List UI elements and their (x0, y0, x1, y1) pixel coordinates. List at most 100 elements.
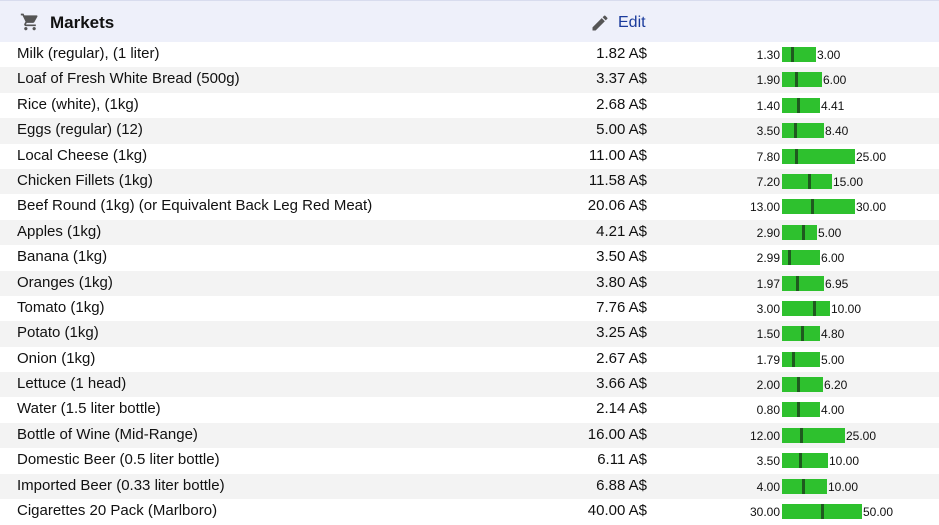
table-row: Rice (white), (1kg) 2.68 A$ 1.40 4.41 (0, 93, 939, 118)
price-range-bar (782, 250, 820, 266)
item-price: 11.58 A$ (588, 171, 647, 189)
range-max: 10.00 (831, 301, 862, 316)
edit-button[interactable]: Edit (590, 12, 646, 34)
table-row: Loaf of Fresh White Bread (500g) 3.37 A$ 1… (0, 67, 939, 93)
item-name: Loaf of Fresh White Bread (500g) (17, 70, 240, 88)
price-range-bar (782, 300, 830, 316)
price-range-bar (782, 199, 855, 215)
item-price: 5.00 A$ (596, 121, 647, 139)
price-range-bar (782, 402, 820, 418)
current-price-marker (802, 478, 805, 494)
range-max: 4.00 (821, 403, 845, 418)
table-row: Potato (1kg) 3.25 A$ 1.50 4.80 (0, 321, 939, 347)
shopping-cart-icon (20, 13, 38, 31)
price-range-bar (782, 351, 820, 367)
current-price-marker (799, 453, 802, 469)
current-price-marker (801, 326, 804, 342)
item-price: 1.82 A$ (596, 45, 647, 62)
current-price-marker (792, 351, 795, 367)
range-min: 1.90 (756, 73, 780, 88)
current-price-marker (791, 47, 794, 62)
table-row: Chicken Fillets (1kg) 11.58 A$ 7.20 15.00 (0, 168, 939, 195)
item-name: Bottle of Wine (Mid-Range) (17, 425, 198, 443)
range-min: 3.50 (756, 454, 780, 469)
table-row: Local Cheese (1kg) 11.00 A$ 7.80 25.00 (0, 144, 939, 169)
item-name: Eggs (regular) (12) (17, 121, 143, 139)
item-name: Domestic Beer (0.5 liter bottle) (17, 451, 220, 469)
price-range-bar (782, 504, 862, 520)
table-row: Eggs (regular) (12) 5.00 A$ 3.50 8.40 (0, 118, 939, 144)
range-max: 25.00 (846, 428, 877, 443)
current-price-marker (795, 148, 798, 164)
item-price: 3.80 A$ (596, 273, 647, 291)
item-price: 3.37 A$ (596, 70, 647, 88)
range-max: 25.00 (856, 149, 887, 164)
price-range-bar (782, 275, 824, 291)
markets-panel: Markets Edit Milk (regular), (1 liter) 1.… (0, 0, 939, 525)
item-name: Apples (1kg) (17, 222, 102, 240)
range-max: 30.00 (856, 200, 887, 215)
section-title: Markets (50, 13, 115, 32)
range-max: 50.00 (863, 505, 894, 520)
current-price-marker (813, 300, 816, 316)
range-min: 1.79 (756, 352, 780, 367)
table-row: Onion (1kg) 2.67 A$ 1.79 5.00 (0, 347, 939, 372)
price-range-bar (782, 453, 828, 469)
range-min: 3.50 (756, 124, 780, 139)
item-price: 3.25 A$ (596, 324, 647, 342)
item-price: 6.88 A$ (596, 476, 647, 494)
item-name: Chicken Fillets (1kg) (17, 171, 153, 189)
price-range-bar (782, 97, 820, 113)
item-name: Local Cheese (1kg) (17, 146, 148, 164)
range-min: 1.30 (756, 48, 780, 62)
range-min: 12.00 (749, 428, 780, 443)
edit-label: Edit (618, 14, 646, 31)
range-max: 5.00 (821, 352, 845, 367)
item-price: 3.66 A$ (596, 375, 647, 393)
price-range-bar (782, 47, 816, 62)
range-min: 7.80 (756, 149, 780, 164)
range-min: 2.90 (756, 225, 780, 240)
table-row: Apples (1kg) 4.21 A$ 2.90 5.00 (0, 219, 939, 246)
table-row: Bottle of Wine (Mid-Range) 16.00 A$ 12.00 2… (0, 422, 939, 449)
item-name: Potato (1kg) (17, 324, 99, 342)
table-row: Tomato (1kg) 7.76 A$ 3.00 10.00 (0, 296, 939, 321)
item-price: 2.68 A$ (596, 95, 647, 113)
price-range-bar (782, 72, 822, 88)
range-max: 3.00 (817, 48, 841, 62)
table-row: Water (1.5 liter bottle) 2.14 A$ 0.80 4.00 (0, 397, 939, 422)
item-price: 7.76 A$ (596, 298, 647, 316)
range-max: 4.41 (821, 98, 845, 113)
range-max: 6.00 (823, 73, 847, 88)
item-price: 2.14 A$ (596, 400, 647, 418)
price-range-bar (782, 478, 827, 494)
item-price: 16.00 A$ (587, 425, 647, 443)
current-price-marker (788, 250, 791, 266)
item-price: 4.21 A$ (596, 222, 647, 240)
item-name: Imported Beer (0.33 liter bottle) (17, 476, 225, 494)
item-name: Tomato (1kg) (17, 298, 105, 316)
item-name: Beef Round (1kg) (or Equivalent Back Leg… (17, 197, 373, 215)
range-max: 10.00 (829, 454, 860, 469)
range-max: 8.40 (825, 124, 849, 139)
range-min: 7.20 (756, 174, 780, 189)
price-range-bar (782, 148, 855, 164)
table-row: Oranges (1kg) 3.80 A$ 1.97 6.95 (0, 270, 939, 296)
current-price-marker (797, 377, 800, 393)
range-min: 0.80 (756, 403, 780, 418)
range-max: 5.00 (818, 225, 842, 240)
item-name: Rice (white), (1kg) (17, 95, 139, 113)
item-name: Onion (1kg) (17, 349, 96, 367)
range-min: 1.97 (756, 276, 780, 291)
table-row: Cigarettes 20 Pack (Marlboro) 40.00 A$ 30.… (0, 499, 939, 524)
price-range-bar (782, 123, 824, 139)
current-price-marker (821, 504, 824, 520)
table-row: Banana (1kg) 3.50 A$ 2.99 6.00 (0, 245, 939, 270)
table-row: Beef Round (1kg) (or Equivalent Back Leg… (0, 194, 939, 219)
current-price-marker (795, 72, 798, 88)
item-name: Water (1.5 liter bottle) (17, 400, 161, 418)
current-price-marker (797, 97, 800, 113)
current-price-marker (796, 275, 799, 291)
item-price: 2.67 A$ (596, 349, 647, 367)
item-price: 20.06 A$ (587, 197, 647, 215)
